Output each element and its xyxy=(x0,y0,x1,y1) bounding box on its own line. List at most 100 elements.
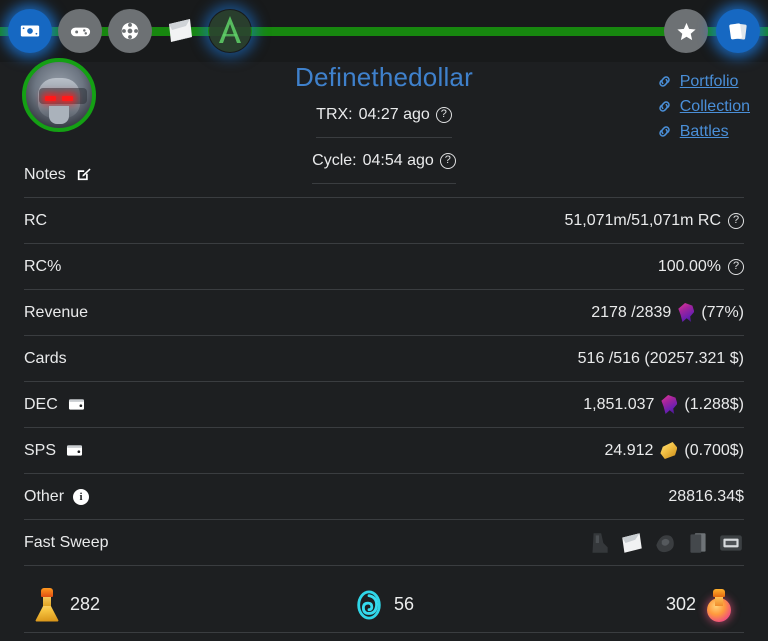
nav-gamepad-icon-button[interactable] xyxy=(58,9,102,53)
link-icon xyxy=(659,101,670,112)
nav-right-group xyxy=(664,0,760,62)
row-rc-value: 51,071m/51,071m RC xyxy=(564,211,721,229)
row-fast-sweep-label-group: Fast Sweep xyxy=(24,534,108,552)
row-dec-value-group: 1,851.037 (1.288$) xyxy=(583,395,744,414)
row-sps[interactable]: SPS 24.912 (0.700$) xyxy=(24,428,744,474)
row-dec[interactable]: DEC 1,851.037 (1.288$) xyxy=(24,382,744,428)
trx-status-line: TRX: 04:27 ago ? xyxy=(0,92,768,138)
dark-frame-item-icon[interactable] xyxy=(718,530,744,556)
nav-cards-icon-button[interactable] xyxy=(716,9,760,53)
trx-help-icon[interactable]: ? xyxy=(435,106,452,123)
row-revenue-value-group: 2178 /2839 (77%) xyxy=(591,303,744,322)
trx-label: TRX: xyxy=(316,106,353,123)
gamepad-icon xyxy=(70,27,90,36)
row-cards-value-group: 516 /516 (20257.321 $) xyxy=(578,350,744,368)
pink-potion-neck xyxy=(714,595,723,606)
rc-percent-help-icon[interactable]: ? xyxy=(728,258,744,275)
row-rc-percent-value: 100.00% xyxy=(657,257,721,275)
row-revenue-label: Revenue xyxy=(24,303,89,321)
wallet-icon[interactable] xyxy=(65,441,84,460)
row-rc-percent-value-group: 100.00% ? xyxy=(658,258,744,276)
trx-value: 04:27 ago xyxy=(358,106,430,123)
link-collection[interactable]: Collection xyxy=(656,95,750,118)
nav-card-pack-icon-button[interactable] xyxy=(158,9,202,53)
row-rc-percent-label: RC% xyxy=(24,257,62,275)
link-battles[interactable]: Battles xyxy=(656,120,750,143)
row-rc-label: RC xyxy=(24,211,48,229)
money-icon xyxy=(20,25,40,37)
row-cards[interactable]: Cards 516 /516 (20257.321 $) xyxy=(24,336,744,382)
row-notes-label: Notes xyxy=(24,165,66,183)
resource-item-spiral[interactable]: 56 xyxy=(262,589,507,620)
row-dec-suffix: (1.288$) xyxy=(684,395,744,413)
sps-shard-icon xyxy=(660,442,678,459)
white-scroll-item-icon[interactable] xyxy=(619,530,645,556)
row-rc-percent[interactable]: RC% 100.00% ? xyxy=(24,244,744,290)
row-revenue-label-group: Revenue xyxy=(24,304,88,322)
wallet-icon[interactable] xyxy=(67,395,86,414)
stats-list: Notes RC 51,071m/51,071m RC ? RC% 100.00… xyxy=(0,152,768,566)
row-rc-label-group: RC xyxy=(24,212,47,230)
nav-left-group xyxy=(8,0,252,62)
dec-gem-icon xyxy=(678,303,695,322)
splinterlands-a-logo xyxy=(209,10,251,52)
row-fast-sweep-icons xyxy=(586,530,744,556)
gold-potion-icon xyxy=(34,587,60,622)
row-fast-sweep[interactable]: Fast Sweep xyxy=(24,520,744,566)
row-other-value-group: 28816.34$ xyxy=(668,488,744,506)
row-dec-label-group: DEC xyxy=(24,395,86,414)
page-title: Definethedollar xyxy=(295,62,473,92)
row-cards-value: 516 /516 (20257.321 $) xyxy=(577,349,744,367)
gold-potion-count: 282 xyxy=(70,594,101,614)
row-rc-value-group: 51,071m/51,071m RC ? xyxy=(564,212,744,230)
nav-star-icon-button[interactable] xyxy=(664,9,708,53)
link-portfolio[interactable]: Portfolio xyxy=(656,70,750,93)
row-cards-label-group: Cards xyxy=(24,350,67,368)
row-notes[interactable]: Notes xyxy=(24,152,744,198)
link-battles-label: Battles xyxy=(679,123,729,140)
info-icon[interactable]: i xyxy=(73,488,90,505)
profile-header: Definethedollar TRX: 04:27 ago ? Cycle: … xyxy=(0,58,768,184)
top-navigation-bar xyxy=(0,0,768,62)
pink-potion-count: 302 xyxy=(665,594,696,614)
row-sps-value-group: 24.912 (0.700$) xyxy=(604,442,744,460)
link-icon xyxy=(659,126,670,137)
row-dec-value: 1,851.037 xyxy=(583,395,655,413)
spiral-count: 56 xyxy=(393,594,414,614)
dec-gem-icon xyxy=(661,395,678,414)
row-rc[interactable]: RC 51,071m/51,071m RC ? xyxy=(24,198,744,244)
link-collection-label: Collection xyxy=(679,98,750,115)
row-other-label: Other xyxy=(24,487,65,505)
resource-item-gold-potion[interactable]: 282 xyxy=(24,587,262,622)
row-sps-label-group: SPS xyxy=(24,441,84,460)
row-revenue[interactable]: Revenue 2178 /2839 (77%) xyxy=(24,290,744,336)
row-revenue-value: 2178 /2839 xyxy=(591,303,672,321)
nav-money-icon-button[interactable] xyxy=(8,9,52,53)
resource-item-pink-potion[interactable]: 302 xyxy=(506,588,744,622)
teal-spiral-icon xyxy=(357,589,381,620)
edit-pencil-icon[interactable] xyxy=(75,166,92,183)
row-fast-sweep-label: Fast Sweep xyxy=(24,533,109,551)
gold-potion-cork xyxy=(41,587,53,597)
link-icon xyxy=(659,76,670,87)
dark-boot-item-icon[interactable] xyxy=(586,530,612,556)
nav-splinterlands-logo-button[interactable] xyxy=(208,9,252,53)
cards-icon xyxy=(729,23,747,40)
row-sps-label: SPS xyxy=(24,441,57,459)
dark-card-stack-icon[interactable] xyxy=(685,530,711,556)
link-portfolio-label: Portfolio xyxy=(679,73,739,90)
rc-help-icon[interactable]: ? xyxy=(728,212,744,229)
row-dec-label: DEC xyxy=(24,395,58,413)
pink-potion-icon xyxy=(706,588,732,622)
row-cards-label: Cards xyxy=(24,349,67,367)
dark-relic-item-icon[interactable] xyxy=(652,530,678,556)
settings-icon xyxy=(121,22,139,40)
card-pack-icon xyxy=(169,19,192,42)
row-other-label-group: Other i xyxy=(24,487,90,506)
row-rc-percent-label-group: RC% xyxy=(24,258,61,276)
row-other[interactable]: Other i 28816.34$ xyxy=(24,474,744,520)
resource-bar: 282 56 302 xyxy=(24,577,744,633)
nav-settings-icon-button[interactable] xyxy=(108,9,152,53)
star-icon xyxy=(676,22,696,40)
row-notes-label-group: Notes xyxy=(24,166,92,184)
